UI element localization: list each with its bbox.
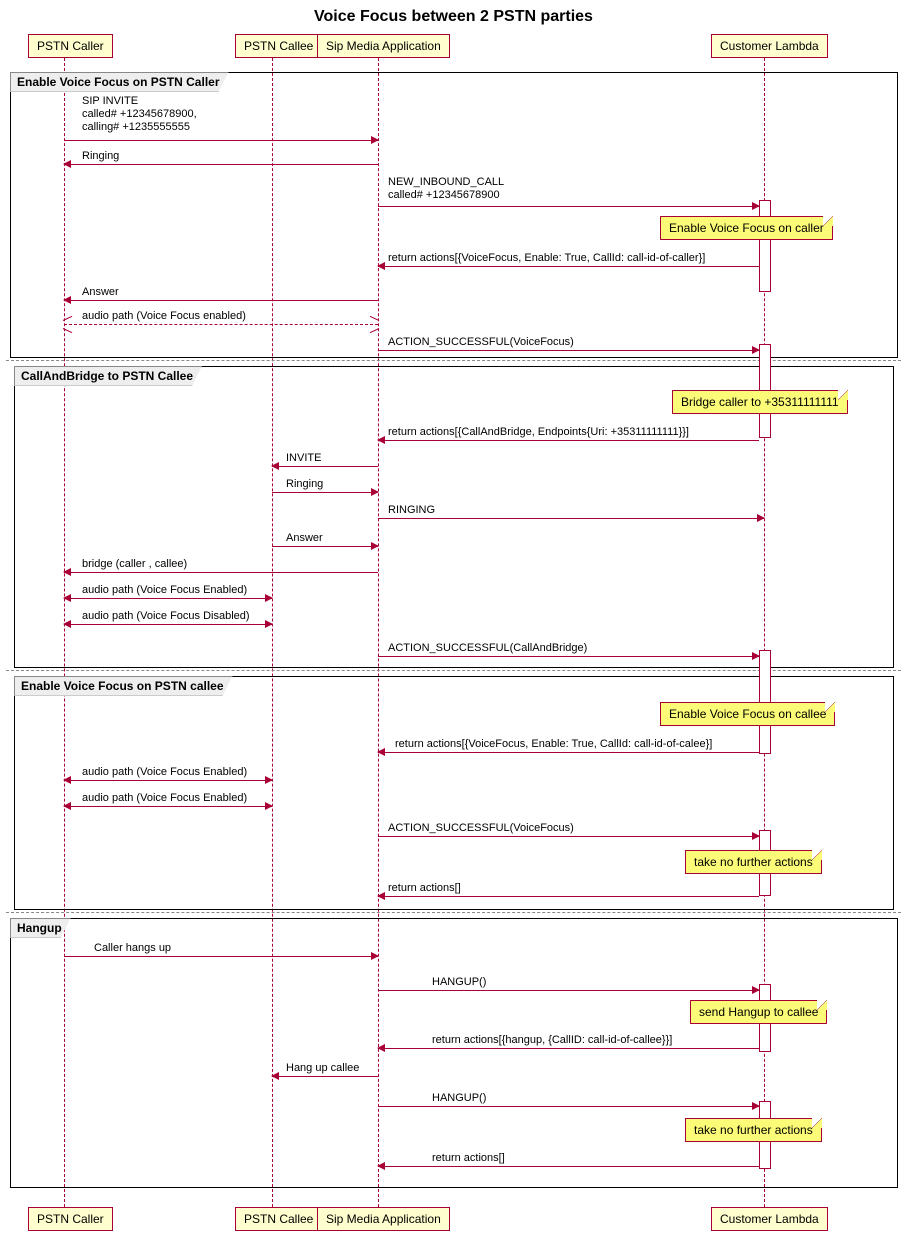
arrow-answer-caller	[64, 300, 378, 301]
msg-return-callandbridge: return actions[{CallAndBridge, Endpoints…	[388, 426, 689, 439]
arrow-audio-vf-enabled-2	[64, 598, 272, 599]
group-label-call-and-bridge: CallAndBridge to PSTN Callee	[14, 366, 202, 386]
arrow-hangup-1	[378, 990, 759, 991]
participant-caller-top: PSTN Caller	[28, 34, 113, 58]
note-enable-vf-callee: Enable Voice Focus on callee	[660, 702, 835, 726]
msg-hangup-callee: Hang up callee	[286, 1062, 359, 1075]
msg-audio-vf-enabled-1: audio path (Voice Focus enabled)	[82, 310, 246, 323]
participant-lambda-bottom: Customer Lambda	[711, 1207, 828, 1231]
msg-caller-hangs-up: Caller hangs up	[94, 942, 171, 955]
participant-sma-bottom: Sip Media Application	[317, 1207, 450, 1231]
msg-sip-invite: SIP INVITE called# +12345678900, calling…	[82, 95, 197, 135]
note-send-hangup-callee: send Hangup to callee	[690, 1000, 827, 1024]
arrow-invite-callee	[272, 466, 378, 467]
note-no-further-1: take no further actions	[685, 850, 822, 874]
arrow-ringing-lambda	[378, 518, 764, 519]
arrow-action-success-vf-2	[378, 836, 759, 837]
arrow-caller-hangs-up	[64, 956, 378, 957]
msg-audio-vf-enabled-4: audio path (Voice Focus Enabled)	[82, 792, 247, 805]
msg-action-success-vf-1: ACTION_SUCCESSFUL(VoiceFocus)	[388, 336, 574, 349]
msg-return-vf-callee: return actions[{VoiceFocus, Enable: True…	[395, 738, 712, 751]
arrow-ringing-caller	[64, 164, 378, 165]
group-separator-3	[6, 912, 901, 913]
arrow-return-empty-2	[378, 1166, 759, 1167]
arrow-return-vf-caller	[378, 266, 759, 267]
msg-return-hangup: return actions[{hangup, {CallID: call-id…	[432, 1034, 672, 1047]
group-label-enable-vf-caller: Enable Voice Focus on PSTN Caller	[10, 72, 229, 92]
note-no-further-2: take no further actions	[685, 1118, 822, 1142]
msg-answer-caller: Answer	[82, 286, 119, 299]
arrow-answer-callee	[272, 546, 378, 547]
group-label-hangup: Hangup	[10, 918, 71, 938]
note-enable-vf-caller: Enable Voice Focus on caller	[660, 216, 833, 240]
participant-lambda-top: Customer Lambda	[711, 34, 828, 58]
activation-lambda-1	[759, 200, 771, 292]
msg-ringing-callee: Ringing	[286, 478, 323, 491]
msg-return-vf-caller: return actions[{VoiceFocus, Enable: True…	[388, 252, 705, 265]
arrow-action-success-vf-1	[378, 350, 759, 351]
arrow-return-hangup	[378, 1048, 759, 1049]
note-bridge-caller: Bridge caller to +35311111111	[672, 390, 848, 414]
msg-new-inbound: NEW_INBOUND_CALL called# +12345678900	[388, 176, 504, 202]
msg-action-success-vf-2: ACTION_SUCCESSFUL(VoiceFocus)	[388, 822, 574, 835]
sequence-canvas: PSTN Caller PSTN Callee Sip Media Applic…	[0, 30, 907, 1235]
msg-bridge: bridge (caller , callee)	[82, 558, 187, 571]
msg-audio-vf-enabled-2: audio path (Voice Focus Enabled)	[82, 584, 247, 597]
arrow-hangup-2	[378, 1106, 759, 1107]
msg-ringing-lambda: RINGING	[388, 504, 435, 517]
msg-hangup-1: HANGUP()	[432, 976, 486, 989]
arrow-bridge	[64, 572, 378, 573]
arrow-return-empty-1	[378, 896, 759, 897]
msg-ringing-caller: Ringing	[82, 150, 119, 163]
msg-return-empty-1: return actions[]	[388, 882, 461, 895]
msg-return-empty-2: return actions[]	[432, 1152, 505, 1165]
arrow-return-vf-callee	[378, 752, 759, 753]
arrow-action-success-cab	[378, 656, 759, 657]
arrow-sip-invite	[64, 140, 378, 141]
participant-sma-top: Sip Media Application	[317, 34, 450, 58]
arrow-ringing-callee	[272, 492, 378, 493]
arrow-audio-vf-enabled-1	[64, 324, 378, 325]
msg-action-success-cab: ACTION_SUCCESSFUL(CallAndBridge)	[388, 642, 587, 655]
group-label-enable-vf-callee: Enable Voice Focus on PSTN callee	[14, 676, 233, 696]
diagram-title: Voice Focus between 2 PSTN parties	[0, 0, 907, 30]
arrow-audio-vf-enabled-3	[64, 780, 272, 781]
msg-invite-callee: INVITE	[286, 452, 321, 465]
arrow-new-inbound	[378, 206, 759, 207]
participant-callee-bottom: PSTN Callee	[235, 1207, 322, 1231]
arrow-return-callandbridge	[378, 440, 759, 441]
participant-callee-top: PSTN Callee	[235, 34, 322, 58]
msg-answer-callee: Answer	[286, 532, 323, 545]
arrow-audio-vf-disabled	[64, 624, 272, 625]
msg-audio-vf-enabled-3: audio path (Voice Focus Enabled)	[82, 766, 247, 779]
msg-hangup-2: HANGUP()	[432, 1092, 486, 1105]
arrow-audio-vf-enabled-4	[64, 806, 272, 807]
participant-caller-bottom: PSTN Caller	[28, 1207, 113, 1231]
msg-audio-vf-disabled: audio path (Voice Focus Disabled)	[82, 610, 250, 623]
arrow-hangup-callee	[272, 1076, 378, 1077]
